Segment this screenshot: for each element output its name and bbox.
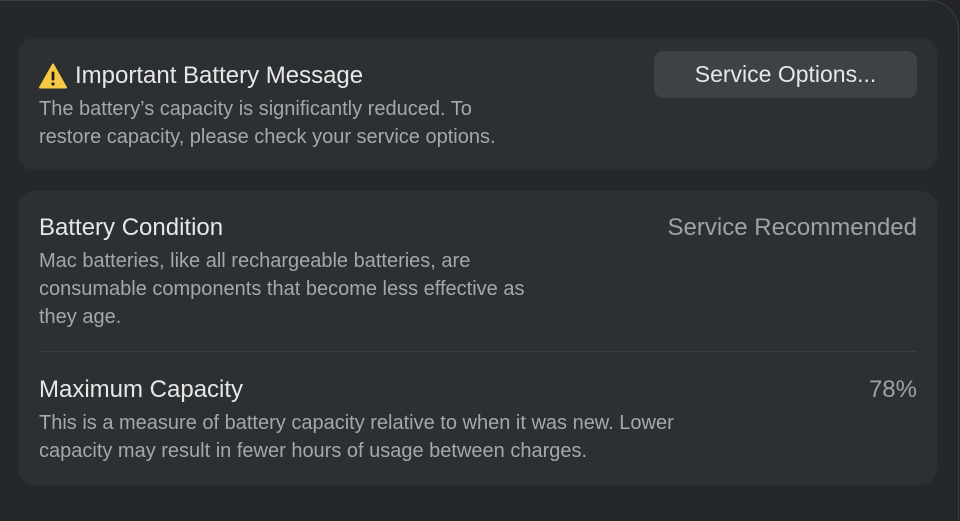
battery-health-card: Battery Condition Service Recommended Ma… — [18, 191, 937, 485]
maximum-capacity-title: Maximum Capacity — [39, 376, 244, 403]
battery-condition-description-line-2: consumable components that become less e… — [39, 278, 525, 300]
maximum-capacity-description-line-2: capacity may result in fewer hours of us… — [39, 440, 588, 462]
maximum-capacity-value: 78% — [868, 376, 917, 403]
battery-condition-description-line-1: Mac batteries, like all rechargeable bat… — [39, 250, 471, 272]
battery-condition-description-line-3: they age. — [39, 306, 122, 328]
battery-alert-card: Important Battery Message The battery’s … — [18, 38, 937, 170]
section-divider — [38, 351, 917, 352]
warning-triangle-icon — [39, 63, 67, 89]
battery-condition-value: Service Recommended — [667, 214, 917, 241]
battery-condition-title: Battery Condition — [39, 214, 224, 241]
alert-title: Important Battery Message — [75, 62, 364, 89]
maximum-capacity-description-line-1: This is a measure of battery capacity re… — [39, 412, 674, 434]
alert-description-line-2: restore capacity, please check your serv… — [39, 126, 496, 148]
service-options-button[interactable]: Service Options... — [654, 51, 917, 98]
alert-description-line-1: The battery’s capacity is significantly … — [39, 98, 472, 120]
battery-settings-window: Important Battery Message The battery’s … — [0, 0, 959, 521]
